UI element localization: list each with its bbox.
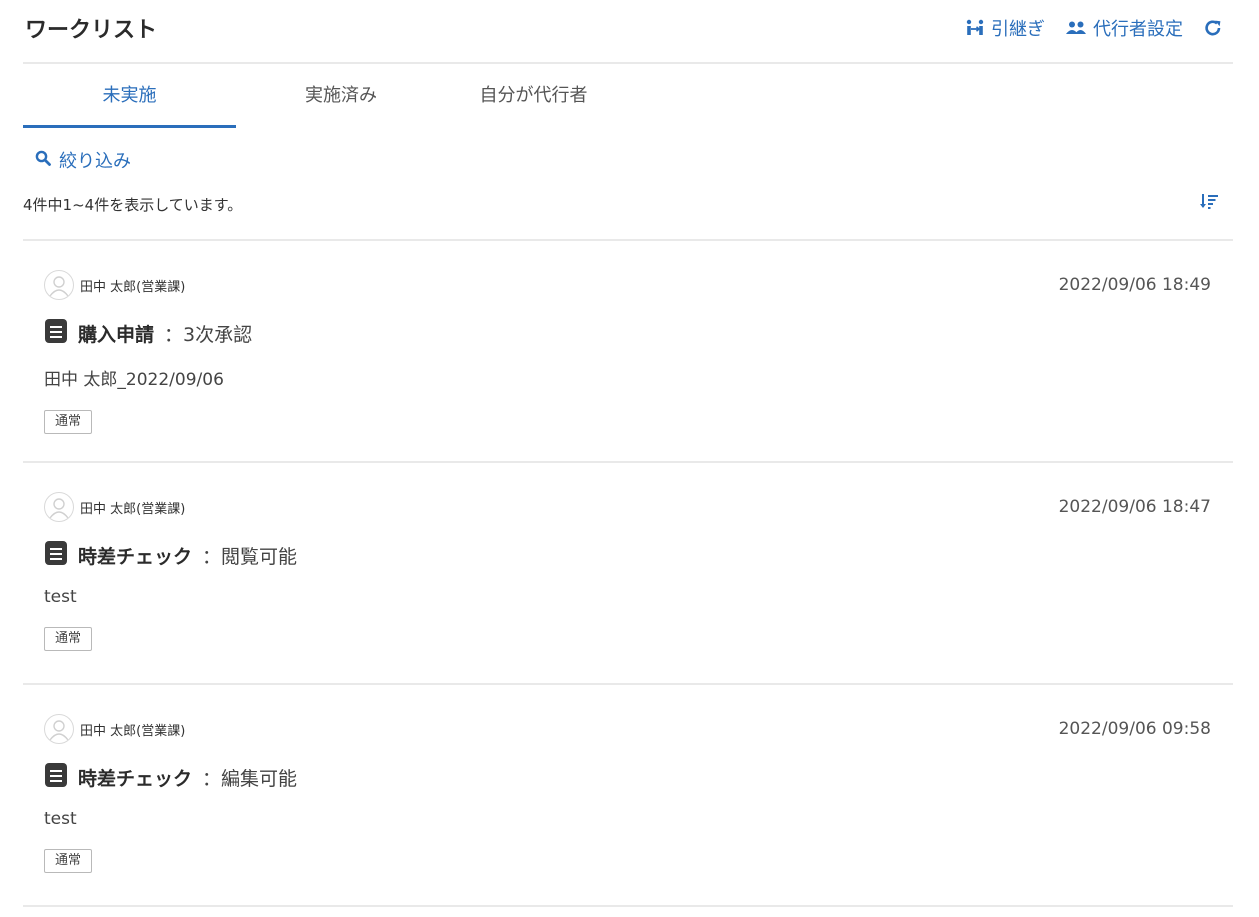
user-avatar-icon — [44, 270, 74, 300]
item-user: 田中 太郎(営業課) — [44, 714, 185, 744]
document-status: ：3次承認 — [164, 323, 253, 346]
sort-icon — [1199, 194, 1219, 216]
filter-label: 絞り込み — [59, 151, 131, 172]
user-name: 田中 太郎(営業課) — [80, 501, 186, 517]
item-user: 田中 太郎(営業課) — [44, 270, 185, 300]
user-avatar-icon — [44, 492, 74, 522]
document-name[interactable]: 購入申請 — [78, 320, 154, 347]
document-status: ：編集可能 — [202, 767, 298, 790]
search-icon — [35, 150, 51, 171]
document-icon — [44, 540, 68, 570]
user-name: 田中 太郎(営業課) — [80, 279, 186, 295]
item-datetime: 2022/09/06 18:47 — [1058, 497, 1211, 517]
filter-button[interactable]: 絞り込み — [23, 128, 131, 192]
document-icon — [44, 762, 68, 792]
worklist-tabs: 未実施 実施済み 自分が代行者 — [23, 64, 1233, 128]
document-subtitle: test — [44, 809, 77, 829]
item-header: 田中 太郎(営業課) 2022/09/06 09:58 — [44, 713, 1233, 745]
proxy-settings-label: 代行者設定 — [1093, 19, 1183, 40]
worklist-header: ワークリスト 引継ぎ 代行者設定 — [23, 0, 1233, 64]
proxy-settings-button[interactable]: 代行者設定 — [1065, 15, 1183, 41]
document-subtitle: test — [44, 587, 77, 607]
summary-row: 4件中1~4件を表示しています。 — [23, 185, 1233, 241]
handover-label: 引継ぎ — [991, 19, 1045, 40]
result-summary: 4件中1~4件を表示しています。 — [23, 195, 243, 214]
list-item[interactable]: 田中 太郎(営業課) 2022/09/06 18:49 購入申請 ：3次承認 田… — [23, 241, 1233, 463]
tab-not-done[interactable]: 未実施 — [23, 64, 236, 128]
item-document: 購入申請 ：3次承認 — [44, 319, 1233, 347]
sort-button[interactable] — [1199, 192, 1219, 216]
tab-my-proxy[interactable]: 自分が代行者 — [446, 64, 621, 128]
item-datetime: 2022/09/06 09:58 — [1058, 719, 1211, 739]
item-document: 時差チェック ：閲覧可能 — [44, 541, 1233, 569]
tab-done[interactable]: 実施済み — [236, 64, 446, 128]
user-avatar-icon — [44, 714, 74, 744]
handover-button[interactable]: 引継ぎ — [965, 15, 1045, 41]
handover-icon — [965, 19, 985, 37]
document-subtitle: 田中 太郎_2022/09/06 — [44, 370, 224, 390]
refresh-button[interactable] — [1203, 18, 1223, 38]
item-header: 田中 太郎(営業課) 2022/09/06 18:47 — [44, 491, 1233, 523]
document-status: ：閲覧可能 — [202, 545, 298, 568]
document-name[interactable]: 時差チェック — [78, 764, 192, 791]
users-icon — [1065, 20, 1087, 36]
page-title: ワークリスト — [25, 18, 158, 43]
priority-tag: 通常 — [44, 627, 93, 651]
document-icon — [44, 318, 68, 348]
item-document: 時差チェック ：編集可能 — [44, 763, 1233, 791]
priority-tag: 通常 — [44, 849, 93, 873]
refresh-icon — [1203, 18, 1223, 38]
worklist-panel: ワークリスト 引継ぎ 代行者設定 未実施 実施済み 自分が代行者 絞り込み 4件… — [23, 0, 1233, 917]
priority-tag: 通常 — [44, 410, 93, 434]
header-actions: 引継ぎ 代行者設定 — [965, 15, 1233, 41]
list-item[interactable]: 田中 太郎(営業課) 2022/09/06 18:47 時差チェック ：閲覧可能… — [23, 463, 1233, 685]
item-header: 田中 太郎(営業課) 2022/09/06 18:49 — [44, 269, 1233, 301]
list-item[interactable]: 田中 太郎(営業課) 2022/09/06 09:58 時差チェック ：編集可能… — [23, 685, 1233, 907]
user-name: 田中 太郎(営業課) — [80, 723, 186, 739]
item-user: 田中 太郎(営業課) — [44, 492, 185, 522]
document-name[interactable]: 時差チェック — [78, 542, 192, 569]
item-datetime: 2022/09/06 18:49 — [1058, 275, 1211, 295]
